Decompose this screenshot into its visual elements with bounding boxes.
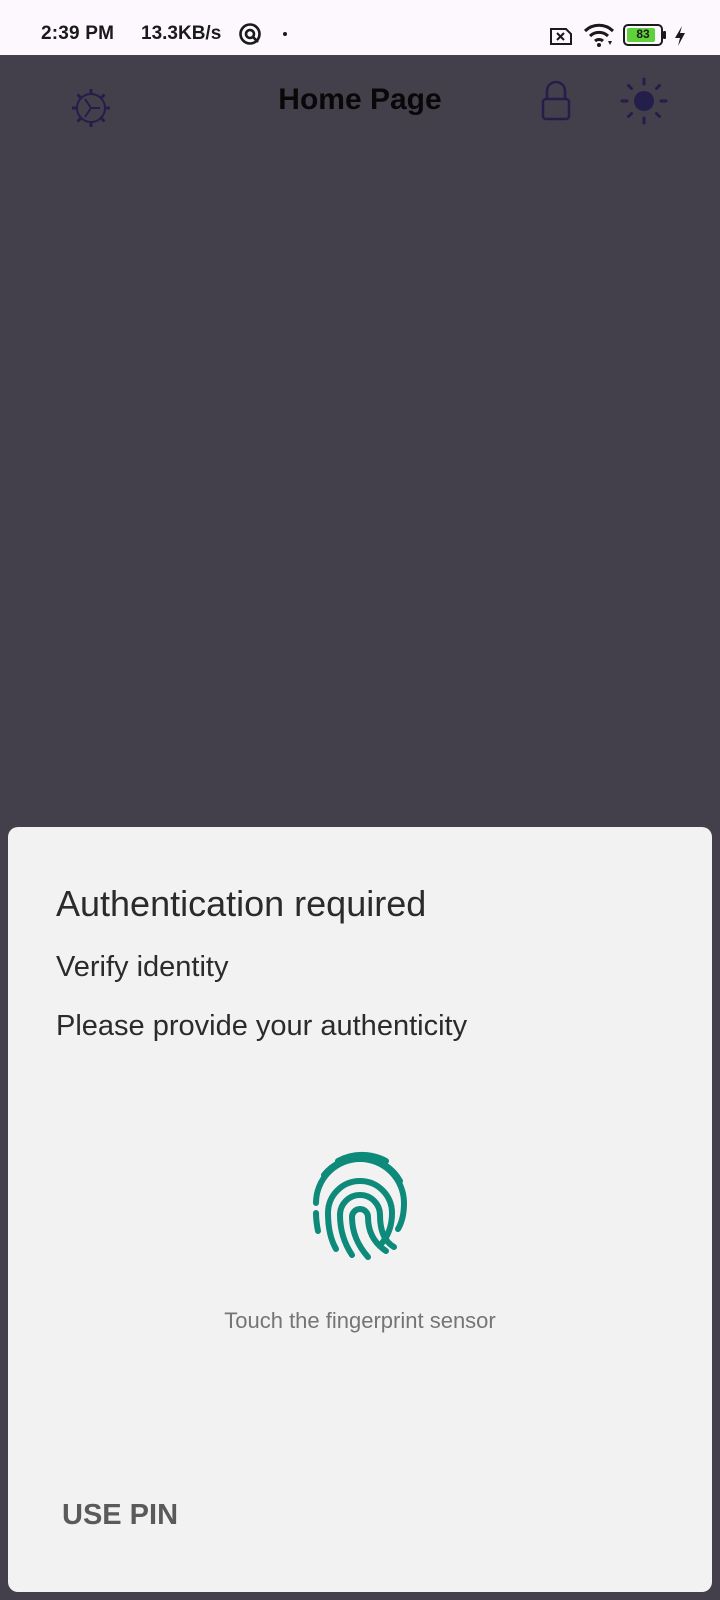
notification-dot-icon xyxy=(283,32,287,36)
at-sign-icon xyxy=(239,23,261,45)
wifi-icon xyxy=(583,23,615,47)
auth-subtitle: Verify identity xyxy=(56,951,229,983)
battery-level: 83 xyxy=(636,27,650,41)
auth-description: Please provide your authenticity xyxy=(56,1010,468,1042)
no-sim-icon xyxy=(550,28,572,45)
status-bar: 2:39 PM 13.3KB/s 83 xyxy=(0,0,720,55)
auth-bottom-sheet: Authentication required Verify identity … xyxy=(8,827,712,1592)
charging-bolt-icon xyxy=(675,26,685,46)
app-bar: Home Page xyxy=(0,55,720,145)
fingerprint-icon xyxy=(313,1151,408,1260)
auth-hint: Touch the fingerprint sensor xyxy=(224,1308,496,1333)
page-title: Home Page xyxy=(278,83,442,116)
auth-title: Authentication required xyxy=(56,883,427,924)
status-network-speed: 13.3KB/s xyxy=(141,23,222,44)
status-time: 2:39 PM xyxy=(41,23,115,44)
lock-icon[interactable] xyxy=(538,79,574,123)
use-pin-button[interactable]: USE PIN xyxy=(62,1491,178,1540)
sun-icon[interactable] xyxy=(620,77,668,125)
